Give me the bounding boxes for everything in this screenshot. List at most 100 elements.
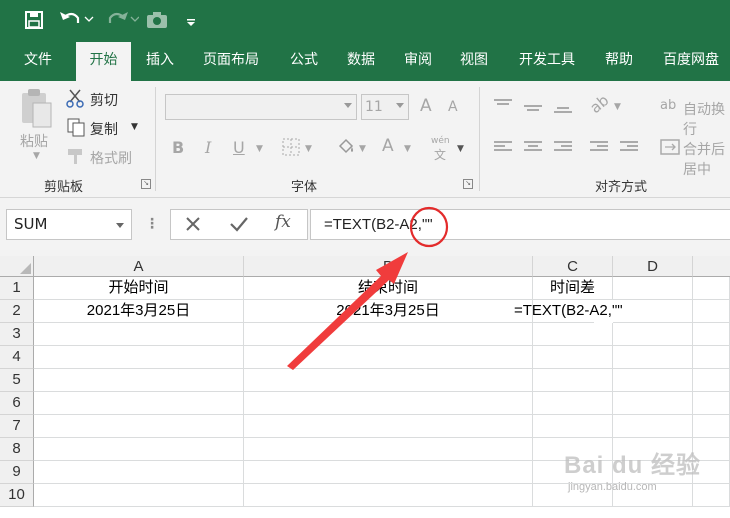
decrease-indent-icon[interactable] (590, 141, 608, 155)
cell-c5[interactable] (533, 369, 613, 392)
format-painter-button[interactable]: 格式刷 (90, 148, 132, 168)
clipboard-dialog-launcher-icon[interactable]: ↘ (141, 179, 151, 189)
cell-c10[interactable] (533, 484, 613, 507)
shrink-font-icon[interactable]: A (448, 99, 458, 115)
tab-view[interactable]: 视图 (450, 40, 498, 81)
undo-icon[interactable] (58, 8, 94, 32)
check-icon[interactable] (229, 215, 249, 233)
cell-d8[interactable] (613, 438, 693, 461)
cell-c4[interactable] (533, 346, 613, 369)
cell-a3[interactable] (34, 323, 244, 346)
paste-button[interactable]: 粘贴 (20, 131, 48, 151)
cell-c3[interactable] (533, 323, 613, 346)
orientation-icon[interactable]: ab (586, 91, 612, 117)
cell-b6[interactable] (244, 392, 533, 415)
tab-baidu-netdisk[interactable]: 百度网盘 (652, 40, 730, 81)
cell-e9[interactable] (693, 461, 730, 484)
cell-d9[interactable] (613, 461, 693, 484)
tab-home[interactable]: 开始 (76, 42, 131, 81)
cell-d5[interactable] (613, 369, 693, 392)
cell-c7[interactable] (533, 415, 613, 438)
merge-center-icon[interactable] (660, 138, 680, 156)
column-header-c[interactable]: C (533, 256, 613, 277)
tab-developer[interactable]: 开发工具 (508, 40, 586, 81)
underline-dropdown-icon[interactable]: ▼ (256, 144, 263, 154)
tab-page-layout[interactable]: 页面布局 (193, 40, 269, 81)
tab-data[interactable]: 数据 (337, 40, 385, 81)
cell-e4[interactable] (693, 346, 730, 369)
tab-insert[interactable]: 插入 (136, 40, 184, 81)
cell-e1[interactable] (693, 277, 730, 300)
row-header-10[interactable]: 10 (0, 484, 34, 507)
row-header-2[interactable]: 2 (0, 300, 34, 323)
cell-a9[interactable] (34, 461, 244, 484)
cell-b3[interactable] (244, 323, 533, 346)
cell-a8[interactable] (34, 438, 244, 461)
cell-c9[interactable] (533, 461, 613, 484)
cell-a5[interactable] (34, 369, 244, 392)
cell-e5[interactable] (693, 369, 730, 392)
camera-icon[interactable] (146, 8, 168, 32)
copy-icon[interactable] (66, 117, 86, 137)
column-header-a[interactable]: A (34, 256, 244, 277)
format-painter-icon[interactable] (66, 146, 86, 166)
phonetic-guide-icon[interactable]: wén (431, 136, 450, 146)
copy-dropdown-icon[interactable]: ▼ (131, 122, 138, 132)
cell-d10[interactable] (613, 484, 693, 507)
row-header-6[interactable]: 6 (0, 392, 34, 415)
align-top-icon[interactable] (494, 99, 512, 113)
align-left-icon[interactable] (494, 141, 512, 155)
tab-review[interactable]: 审阅 (394, 40, 442, 81)
cell-e6[interactable] (693, 392, 730, 415)
cut-button[interactable]: 剪切 (90, 90, 118, 110)
font-name-combobox[interactable] (165, 94, 357, 120)
cell-c1[interactable]: 时间差 (533, 277, 613, 300)
cell-d6[interactable] (613, 392, 693, 415)
grow-font-icon[interactable]: A (420, 96, 432, 116)
row-header-8[interactable]: 8 (0, 438, 34, 461)
paste-dropdown-icon[interactable]: ▼ (33, 151, 40, 161)
cell-c6[interactable] (533, 392, 613, 415)
tab-formulas[interactable]: 公式 (280, 40, 328, 81)
wrap-text-button[interactable]: 自动换行 (683, 99, 730, 139)
redo-icon[interactable] (103, 8, 139, 32)
cell-b8[interactable] (244, 438, 533, 461)
cell-a4[interactable] (34, 346, 244, 369)
row-header-9[interactable]: 9 (0, 461, 34, 484)
font-name-dropdown-icon[interactable] (344, 103, 352, 108)
formula-input[interactable]: =TEXT(B2-A2,"" (310, 209, 730, 240)
cell-a6[interactable] (34, 392, 244, 415)
cell-d1[interactable] (613, 277, 693, 300)
borders-icon[interactable] (282, 138, 300, 156)
customize-qat-icon[interactable] (184, 8, 198, 32)
font-color-dropdown-icon[interactable]: ▼ (404, 144, 411, 154)
cell-d2[interactable] (613, 300, 693, 323)
cell-a10[interactable] (34, 484, 244, 507)
select-all-button[interactable] (0, 256, 34, 277)
font-color-icon[interactable]: A (382, 136, 394, 156)
paste-icon[interactable] (18, 87, 56, 135)
cell-d4[interactable] (613, 346, 693, 369)
increase-indent-icon[interactable] (620, 141, 638, 155)
orientation-dropdown-icon[interactable]: ▼ (614, 102, 621, 112)
phonetic-dropdown-icon[interactable]: ▼ (457, 144, 464, 154)
cell-e3[interactable] (693, 323, 730, 346)
font-size-combobox[interactable]: 11 (361, 94, 409, 120)
cell-b9[interactable] (244, 461, 533, 484)
cell-b2[interactable]: 2021年3月25日 (244, 300, 533, 323)
cell-d7[interactable] (613, 415, 693, 438)
column-header-d[interactable]: D (613, 256, 693, 277)
cell-e7[interactable] (693, 415, 730, 438)
row-header-3[interactable]: 3 (0, 323, 34, 346)
italic-button[interactable]: I (205, 138, 211, 157)
borders-dropdown-icon[interactable]: ▼ (305, 144, 312, 154)
name-box[interactable]: SUM (6, 209, 132, 240)
align-center-icon[interactable] (524, 141, 542, 155)
align-middle-icon[interactable] (524, 101, 542, 115)
cell-e8[interactable] (693, 438, 730, 461)
cell-c2[interactable]: =TEXT(B2-A2,"" (514, 300, 623, 323)
cell-e10[interactable] (693, 484, 730, 507)
cell-a7[interactable] (34, 415, 244, 438)
worksheet-grid[interactable]: A B C D 1 开始时间 结束时间 时间差 2 2021年3月25日 2021年3月25… (0, 256, 730, 518)
cancel-icon[interactable] (184, 215, 202, 233)
